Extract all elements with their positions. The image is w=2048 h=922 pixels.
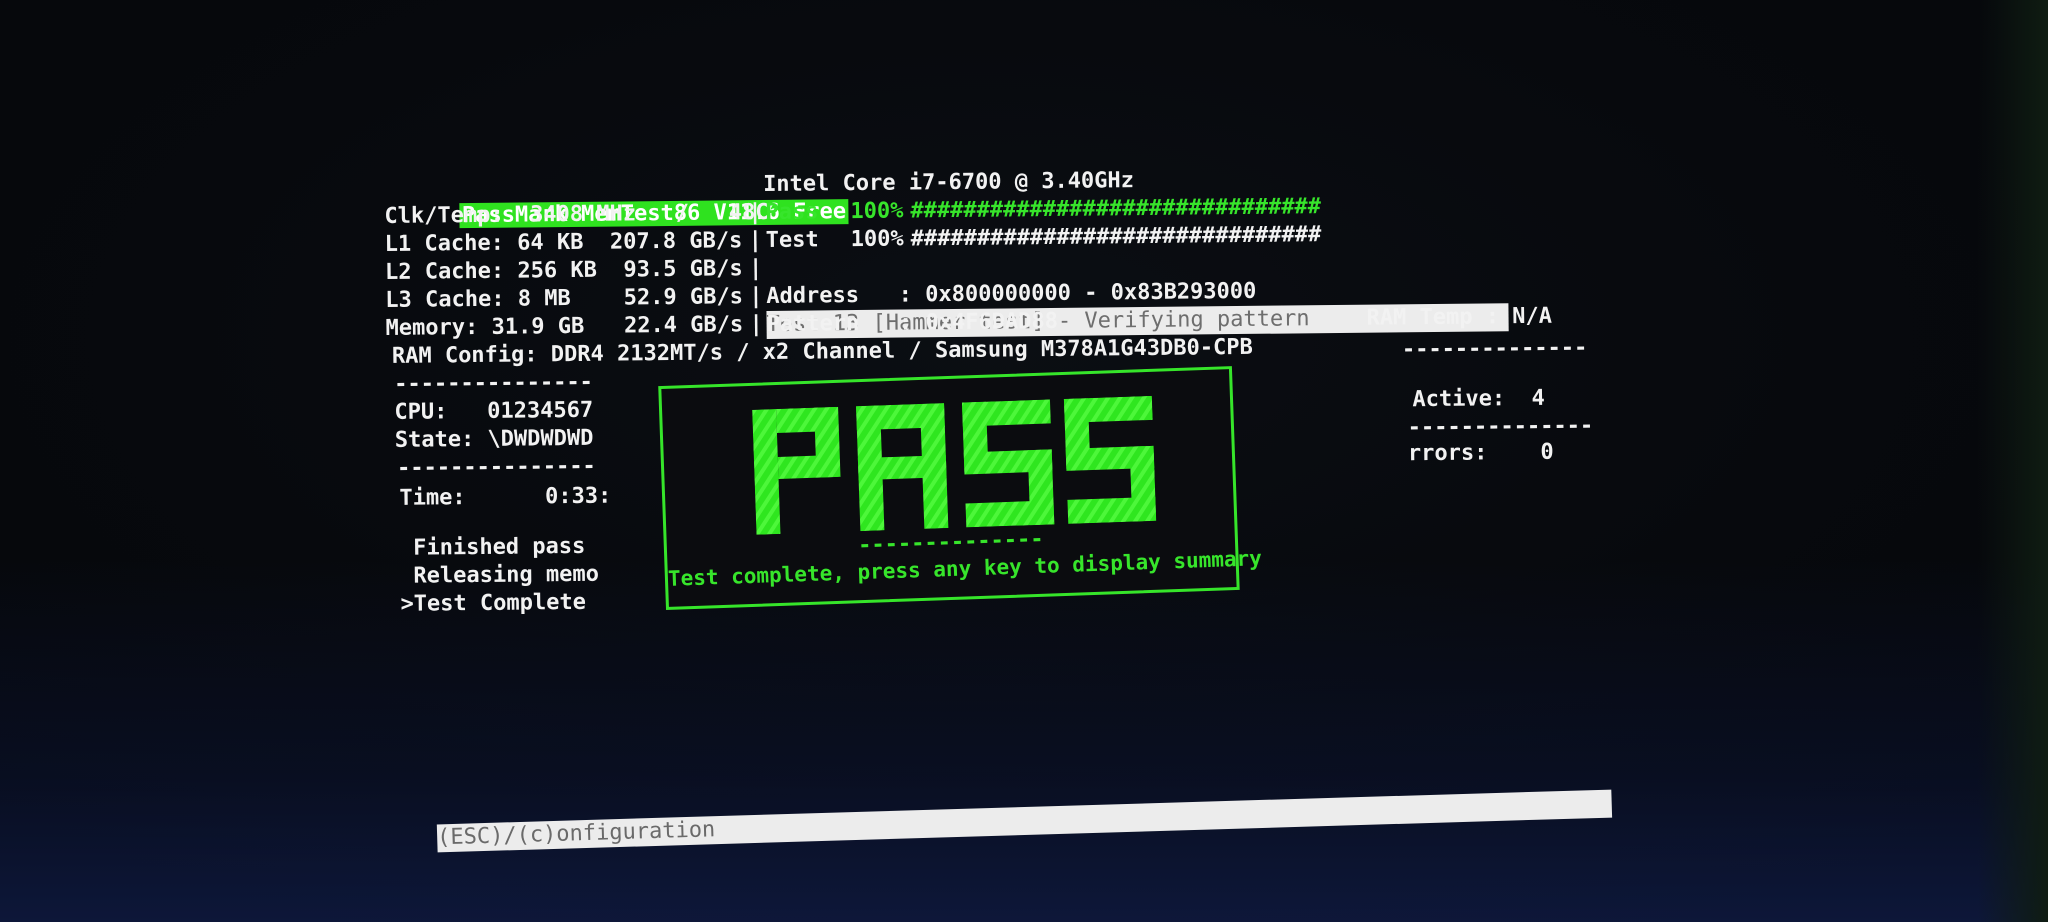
ram-temp: RAM Temp : N/A: [1366, 303, 1553, 331]
divider-pipe: |: [749, 284, 763, 310]
cpu-name: Intel Core i7-6700 @ 3.40GHz: [762, 168, 1135, 197]
l3-cache: L3 Cache: 8 MB 52.9 GB/s: [385, 284, 744, 313]
log-line: >Test Complete: [400, 589, 587, 617]
result-dialog: -------------- Test complete, press any …: [658, 366, 1262, 610]
error-count: rrors: 0: [1407, 439, 1554, 467]
active-count: Active: 4: [1412, 385, 1545, 413]
test-percent: 100%: [850, 226, 904, 253]
right-separator: --------------: [1401, 335, 1588, 363]
pass-label: Pass: [765, 199, 819, 225]
cpu-state: State: \DWDWDWD: [394, 425, 594, 453]
pass-percent: 100%: [850, 198, 904, 225]
pass-banner: [752, 395, 1157, 535]
address-range: Address : 0x800000000 - 0x83B293000: [766, 278, 1257, 309]
monitor-photo: PassMark MemTest86 V11.6 Free Intel Core…: [0, 0, 2048, 922]
memory-info: Memory: 31.9 GB 22.4 GB/s: [385, 312, 744, 341]
log-line: Finished pass: [399, 533, 586, 561]
divider-pipe: |: [748, 228, 763, 254]
divider-pipe: |: [748, 256, 763, 282]
divider-pipe: |: [748, 200, 762, 226]
log-line: Releasing memo: [400, 561, 600, 589]
l1-cache: L1 Cache: 64 KB 207.8 GB/s: [384, 228, 743, 257]
clk-temp: Clk/Temp: 3408 MHz / 48C: [384, 199, 769, 229]
bezel-edge: [1978, 0, 2048, 922]
config-hint-bar[interactable]: (ESC)/(c)onfiguration: [436, 789, 1613, 853]
pass-progress-bar: ###############################: [910, 194, 1322, 224]
test-progress-bar: ###############################: [910, 222, 1322, 252]
right-separator: --------------: [1407, 413, 1594, 441]
elapsed-time: Time: 0:33:: [399, 483, 612, 511]
cpu-list: CPU: 01234567: [394, 397, 594, 425]
test-label: Test: [765, 227, 819, 253]
l2-cache: L2 Cache: 256 KB 93.5 GB/s: [384, 256, 743, 285]
memtest-screen: PassMark MemTest86 V11.6 Free Intel Core…: [380, 162, 1647, 895]
left-separator: ---------------: [396, 453, 596, 481]
divider-pipe: |: [749, 311, 763, 338]
pattern-value: Pattern : 0x4F6DAD88: [766, 308, 1059, 337]
left-separator: ---------------: [394, 369, 594, 397]
